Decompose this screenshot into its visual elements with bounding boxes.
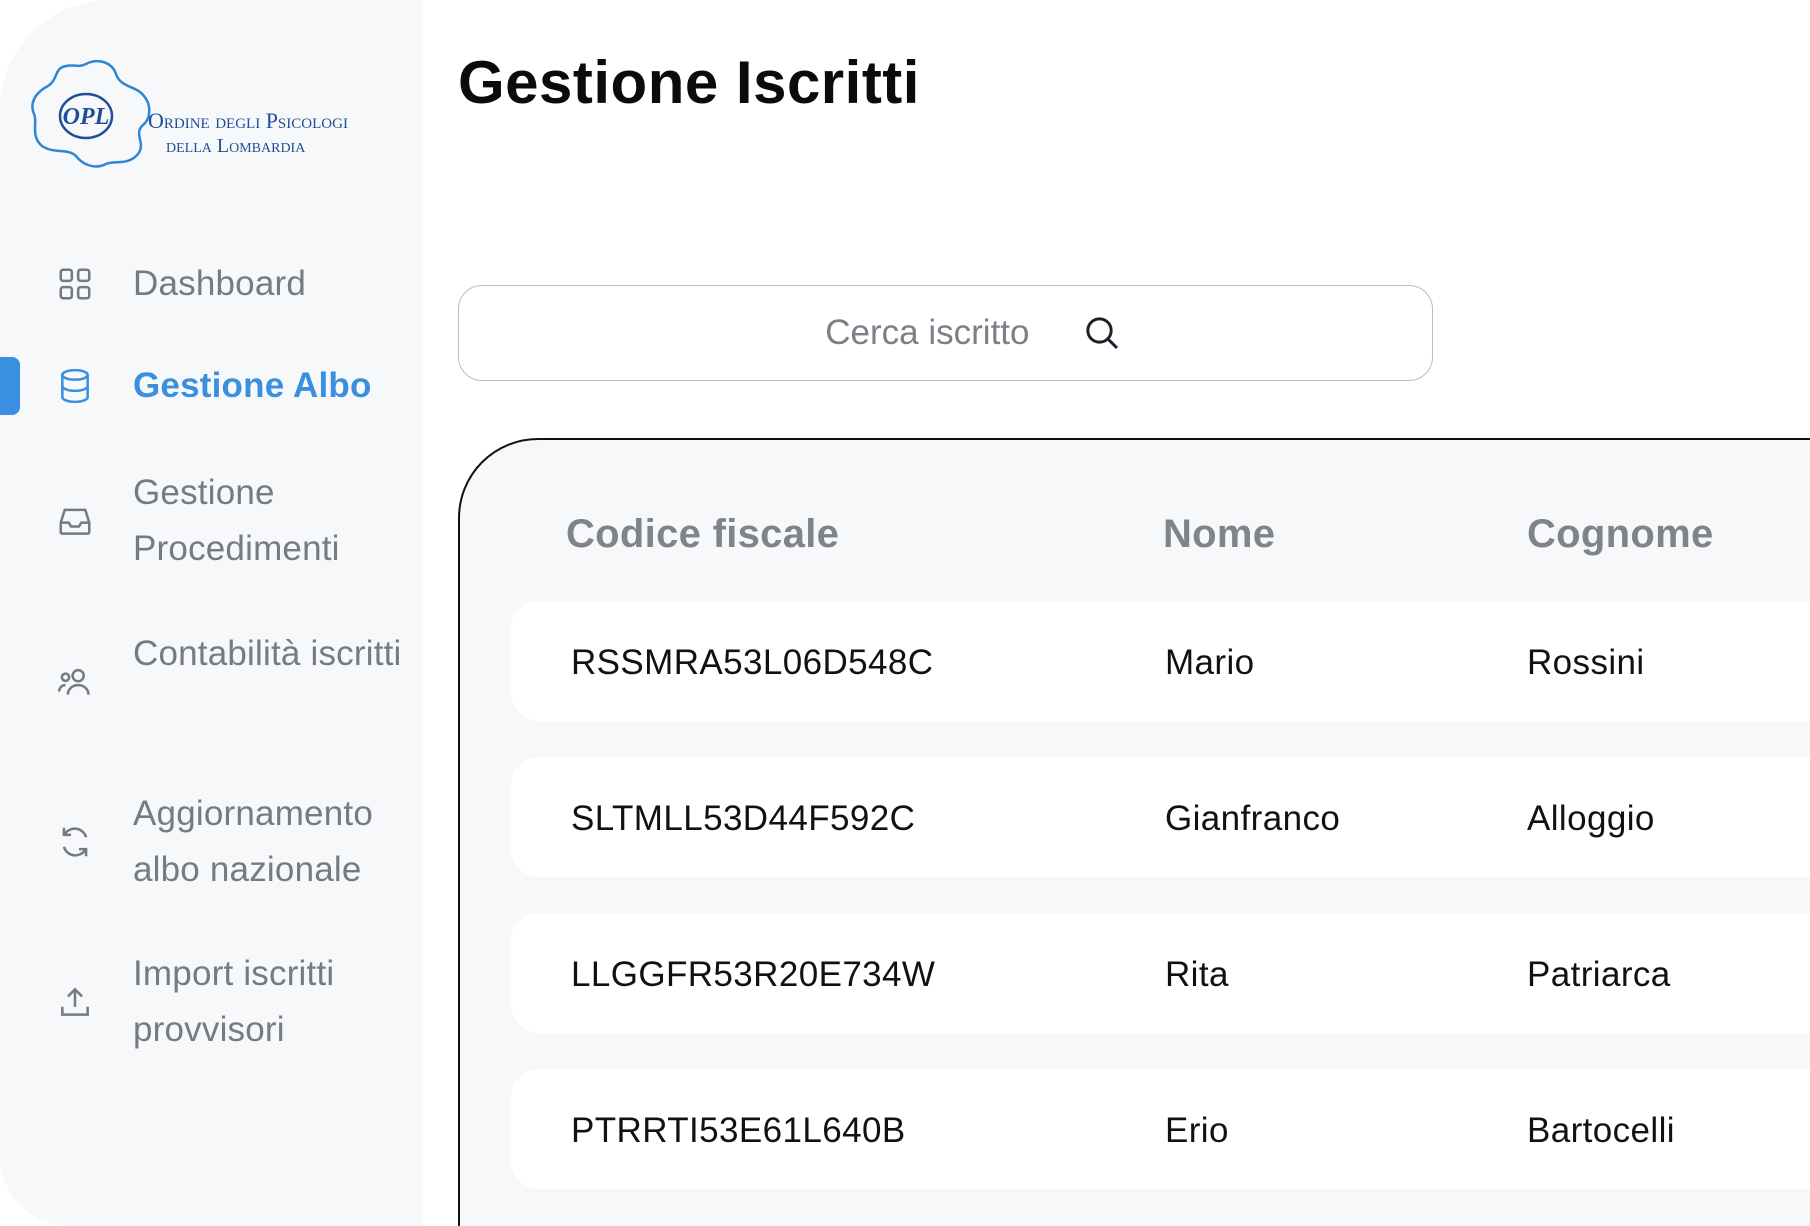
search-bar[interactable] (458, 285, 1433, 381)
brand-logo[interactable]: OPL Ordine degli Psicologi della Lombard… (28, 56, 388, 168)
sidebar-item-gestione-procedimenti[interactable]: Gestione Procedimenti (0, 465, 422, 577)
sidebar-item-label: Aggiornamento albo nazionale (133, 794, 373, 889)
refresh-icon (62, 827, 88, 857)
sidebar-item-label: Dashboard (133, 264, 307, 303)
column-header-codice-fiscale[interactable]: Codice fiscale (566, 512, 839, 557)
cell-cognome: Patriarca (1527, 955, 1671, 994)
page-title: Gestione Iscritti (458, 49, 920, 116)
cell-codice-fiscale: RSSMRA53L06D548C (571, 643, 934, 682)
sidebar-item-label: Gestione Albo (133, 366, 372, 405)
cell-nome: Rita (1165, 955, 1229, 994)
cell-cognome: Rossini (1527, 643, 1645, 682)
sidebar-item-import-iscritti[interactable]: Import iscritti provvisori (0, 946, 422, 1058)
users-icon (57, 668, 90, 695)
sidebar-item-dashboard[interactable]: Dashboard (0, 256, 422, 312)
cell-nome: Mario (1165, 643, 1255, 682)
grid-icon (59, 268, 91, 300)
sidebar-item-label: Contabilità iscritti (133, 634, 402, 673)
table-row[interactable]: LLGGFR53R20E734W Rita Patriarca (511, 913, 1810, 1033)
sidebar-item-contabilita-iscritti[interactable]: Contabilità iscritti (0, 626, 422, 738)
upload-icon (61, 987, 89, 1016)
brand-logo-icon: OPL Ordine degli Psicologi della Lombard… (31, 60, 348, 168)
cell-codice-fiscale: SLTMLL53D44F592C (571, 799, 916, 838)
database-icon (61, 368, 89, 404)
cell-codice-fiscale: PTRRTI53E61L640B (571, 1111, 906, 1150)
sidebar-item-label: Import iscritti provvisori (133, 954, 335, 1049)
svg-text:OPL: OPL (63, 104, 110, 130)
search-input[interactable] (769, 313, 1030, 353)
column-header-nome[interactable]: Nome (1163, 512, 1275, 557)
sidebar-item-label: Gestione Procedimenti (133, 473, 340, 568)
table-row[interactable]: SLTMLL53D44F592C Gianfranco Alloggio (511, 757, 1810, 877)
search-icon[interactable] (1082, 313, 1122, 353)
column-header-cognome[interactable]: Cognome (1527, 512, 1714, 557)
svg-text:Ordine degli Psicologi: Ordine degli Psicologi (148, 108, 348, 133)
cell-nome: Gianfranco (1165, 799, 1341, 838)
inbox-icon (59, 508, 91, 535)
sidebar-item-aggiornamento-albo[interactable]: Aggiornamento albo nazionale (0, 786, 422, 898)
cell-codice-fiscale: LLGGFR53R20E734W (571, 955, 936, 994)
svg-text:della Lombardia: della Lombardia (166, 135, 306, 157)
sidebar-item-gestione-albo[interactable]: Gestione Albo (0, 358, 422, 414)
table-row[interactable]: PTRRTI53E61L640B Erio Bartocelli (511, 1069, 1810, 1189)
app-window: OPL Ordine degli Psicologi della Lombard… (0, 0, 1810, 1226)
cell-nome: Erio (1165, 1111, 1229, 1150)
cell-cognome: Alloggio (1527, 799, 1655, 838)
sidebar: OPL Ordine degli Psicologi della Lombard… (0, 0, 422, 1226)
cell-cognome: Bartocelli (1527, 1111, 1675, 1150)
table-row[interactable]: RSSMRA53L06D548C Mario Rossini (511, 601, 1810, 721)
